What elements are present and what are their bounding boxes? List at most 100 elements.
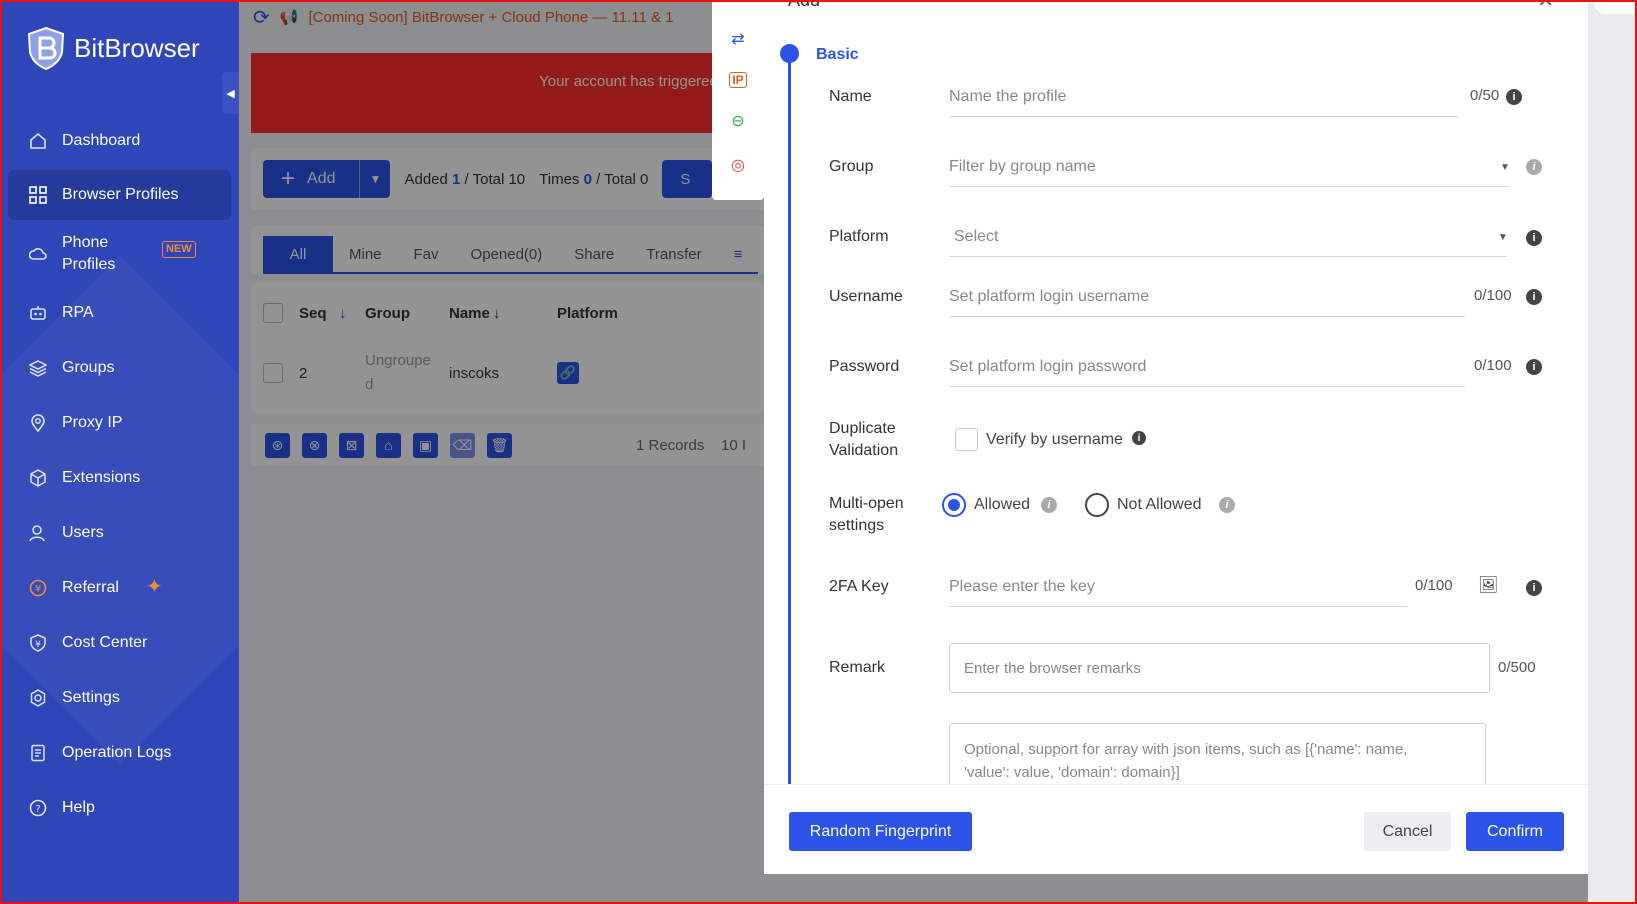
- username-input[interactable]: Set platform login username: [949, 277, 1465, 317]
- sidebar-item-label: Cost Center: [62, 633, 148, 651]
- password-counter: 0/100: [1474, 357, 1512, 374]
- sidebar-item-extensions[interactable]: Extensions: [0, 450, 239, 505]
- multi-open-label-line-1: Multi-open: [829, 495, 904, 512]
- user-icon: [28, 523, 48, 543]
- sidebar-item-settings[interactable]: Settings: [0, 670, 239, 725]
- info-icon[interactable]: i: [1526, 159, 1542, 175]
- group-label: Group: [829, 158, 874, 175]
- grid-icon: [28, 185, 48, 205]
- coin-icon: ¥: [28, 578, 48, 598]
- sidebar-item-label: Phone Profiles: [62, 234, 116, 273]
- sidebar-item-phone-profiles[interactable]: Phone Profiles NEW: [0, 223, 239, 285]
- app-logo[interactable]: BitBrowser: [26, 26, 200, 70]
- chevron-down-icon[interactable]: ▼: [1500, 162, 1510, 173]
- sidebar-item-label: Referral: [62, 578, 119, 596]
- remark-label: Remark: [829, 659, 886, 676]
- info-icon[interactable]: i: [1526, 289, 1542, 305]
- add-profile-modal: Add ✕ Basic Name Name the profile 0/50 i…: [764, 0, 1588, 874]
- shield-yen-icon: ¥: [28, 633, 48, 653]
- sidebar-item-label: Operation Logs: [62, 743, 172, 761]
- close-icon[interactable]: ✕: [1537, 0, 1554, 13]
- info-icon[interactable]: i: [1526, 230, 1542, 246]
- help-icon: ?: [28, 798, 48, 818]
- group-select[interactable]: Filter by group name: [949, 147, 1509, 187]
- svg-text:?: ?: [35, 804, 40, 815]
- not-allowed-radio[interactable]: [1085, 493, 1109, 517]
- home-icon: [28, 131, 48, 151]
- cube-icon: [28, 468, 48, 488]
- info-icon[interactable]: i: [1132, 431, 1146, 445]
- verify-by-username-label[interactable]: Verify by username: [986, 431, 1123, 449]
- robot-icon: [28, 303, 48, 323]
- sidebar-item-referral[interactable]: ¥ Referral ✦: [0, 560, 239, 615]
- name-label: Name: [829, 88, 872, 105]
- password-input[interactable]: Set platform login password: [949, 347, 1465, 387]
- sidebar-item-label: Extensions: [62, 468, 141, 486]
- svg-text:¥: ¥: [35, 584, 41, 595]
- ip-icon[interactable]: IP: [729, 72, 747, 88]
- step-label-basic[interactable]: Basic: [816, 46, 859, 64]
- transfer-icon[interactable]: ⇄: [727, 28, 749, 50]
- cookie-placeholder-line-2: 'value': value, 'domain': domain}]: [964, 764, 1180, 781]
- bitbrowser-logo-icon: [27, 26, 65, 70]
- sidebar-item-rpa[interactable]: RPA: [0, 285, 239, 340]
- sidebar-item-cost-center[interactable]: ¥ Cost Center: [0, 615, 239, 670]
- sidebar: BitBrowser ◀ Dashboard Browser Profiles …: [0, 0, 239, 904]
- cancel-button[interactable]: Cancel: [1364, 812, 1451, 851]
- sidebar-item-operation-logs[interactable]: Operation Logs: [0, 725, 239, 780]
- random-fingerprint-button[interactable]: Random Fingerprint: [789, 812, 972, 851]
- sidebar-item-proxy-ip[interactable]: Proxy IP: [0, 395, 239, 450]
- platform-select[interactable]: Select: [949, 217, 1507, 257]
- info-icon[interactable]: i: [1526, 580, 1542, 596]
- allowed-radio[interactable]: [942, 493, 966, 517]
- twofa-input[interactable]: Please enter the key: [949, 567, 1407, 607]
- sidebar-item-help[interactable]: ? Help: [0, 780, 239, 835]
- allowed-label[interactable]: Allowed: [974, 496, 1030, 514]
- sidebar-nav: Dashboard Browser Profiles Phone Profile…: [0, 113, 239, 835]
- not-allowed-label[interactable]: Not Allowed: [1117, 496, 1202, 514]
- sidebar-item-label: Groups: [62, 358, 115, 376]
- sidebar-item-label: Proxy IP: [62, 413, 123, 431]
- floating-tool-panel: ⇄ IP ⊖ ◎: [712, 0, 764, 200]
- info-icon[interactable]: i: [1526, 359, 1542, 375]
- sidebar-item-dashboard[interactable]: Dashboard: [0, 113, 239, 168]
- remark-input[interactable]: Enter the browser remarks: [949, 643, 1490, 693]
- password-label: Password: [829, 358, 900, 375]
- info-icon[interactable]: i: [1041, 497, 1057, 513]
- sidebar-item-label: Settings: [62, 688, 120, 706]
- multi-open-label-line-2: settings: [829, 517, 885, 534]
- app-name: BitBrowser: [74, 32, 200, 63]
- sidebar-item-label: Users: [62, 523, 104, 541]
- new-badge: NEW: [162, 241, 196, 258]
- confirm-button[interactable]: Confirm: [1466, 812, 1564, 851]
- username-counter: 0/100: [1474, 287, 1512, 304]
- duplicate-label-line-2: Validation: [829, 442, 899, 459]
- sidebar-item-browser-profiles[interactable]: Browser Profiles: [8, 170, 231, 220]
- info-icon[interactable]: i: [1219, 497, 1235, 513]
- right-edge-strip: [1588, 0, 1637, 904]
- cookie-placeholder-line-1: Optional, support for array with json it…: [964, 741, 1408, 758]
- cloud-phone-icon: [28, 244, 48, 264]
- name-input[interactable]: Name the profile: [949, 77, 1459, 117]
- chevron-down-icon[interactable]: ▼: [1498, 232, 1508, 243]
- platform-label: Platform: [829, 228, 889, 245]
- modal-footer: Random Fingerprint Cancel Confirm: [764, 784, 1588, 874]
- image-upload-icon[interactable]: 🖼: [1478, 575, 1498, 595]
- sidebar-item-users[interactable]: Users: [0, 505, 239, 560]
- remark-counter: 0/500: [1498, 659, 1536, 676]
- multi-open-label: Multi-open settings: [829, 493, 904, 537]
- fingerprint-icon[interactable]: ◎: [727, 154, 749, 176]
- sparkle-icon: ✦: [146, 576, 163, 598]
- duplicate-validation-label: Duplicate Validation: [829, 418, 898, 462]
- sidebar-item-label: Browser Profiles: [62, 186, 179, 203]
- verify-by-username-checkbox[interactable]: [955, 428, 978, 451]
- sidebar-item-groups[interactable]: Groups: [0, 340, 239, 395]
- svg-text:¥: ¥: [35, 640, 41, 650]
- sidebar-collapse-button[interactable]: ◀: [222, 72, 239, 114]
- log-icon: [28, 743, 48, 763]
- toggle-icon[interactable]: ⊖: [727, 110, 749, 132]
- info-icon[interactable]: i: [1506, 89, 1522, 105]
- name-counter: 0/50: [1470, 87, 1500, 104]
- twofa-counter: 0/100: [1415, 577, 1453, 594]
- modal-title: Add: [788, 0, 821, 10]
